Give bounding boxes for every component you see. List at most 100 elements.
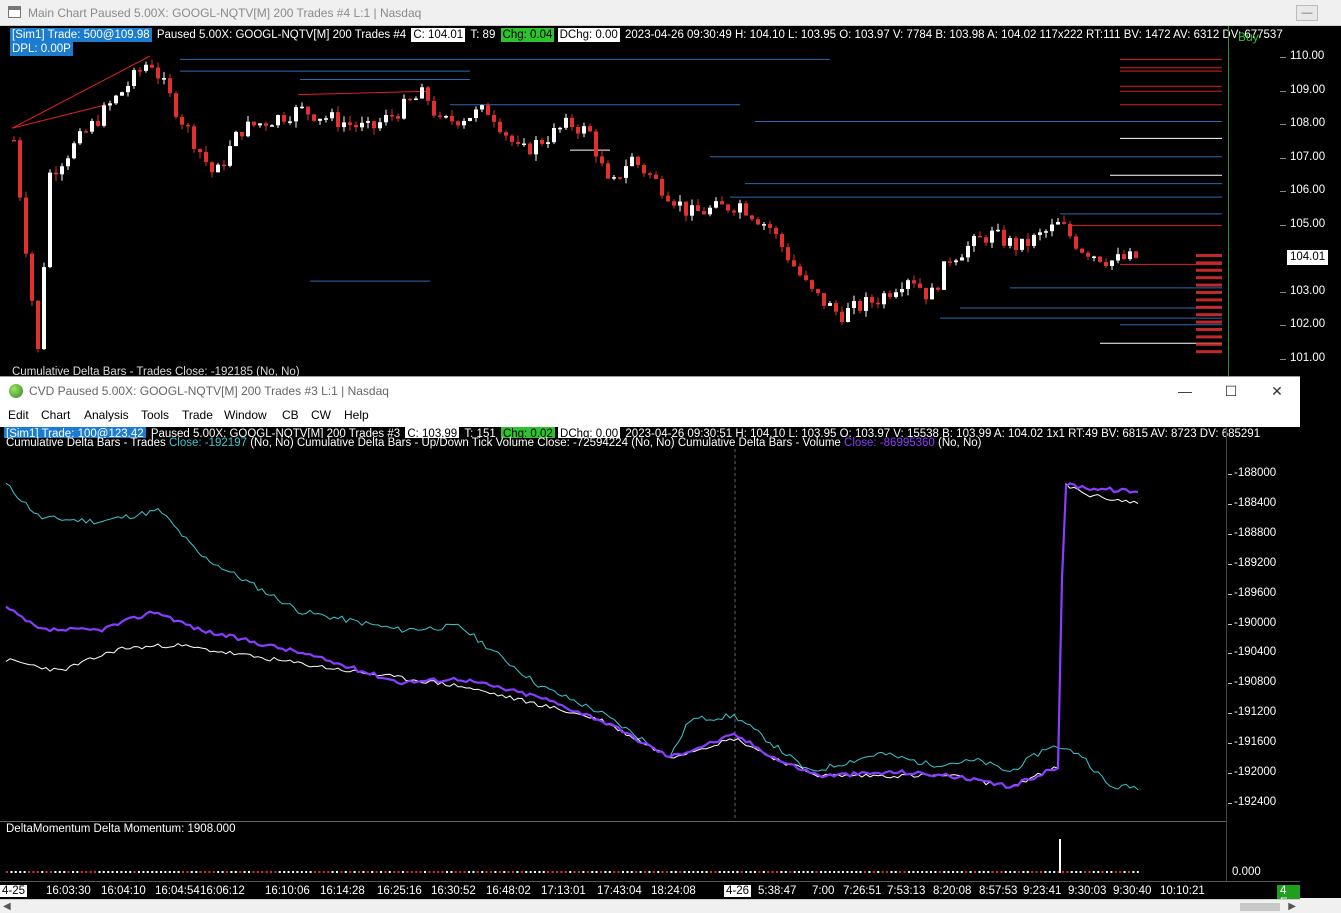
minimize-button[interactable]: — [1170, 381, 1200, 401]
legend-updown-close: Close: -72594224 [537, 437, 628, 449]
menu-edit[interactable]: Edit [8, 408, 29, 422]
trend-line [297, 90, 429, 96]
delta-momentum-mark [283, 871, 286, 873]
close-button[interactable]: ✕ [1262, 381, 1292, 401]
horizontal-scrollbar[interactable]: ◀ ▶ [0, 899, 1300, 913]
candle-body [540, 140, 544, 144]
candle-body [582, 126, 586, 134]
cvd-chart-window[interactable]: CVD Paused 5.00X: GOOGL-NQTV[M] 200 Trad… [0, 376, 1300, 913]
legend-volume-flags: (No, No) [938, 437, 982, 449]
volume-ladder-mark [1196, 350, 1222, 354]
delta-momentum-mark [965, 871, 968, 873]
menu-cw[interactable]: CW [311, 408, 331, 422]
delta-momentum-mark [1048, 871, 1051, 873]
delta-momentum-mark [582, 871, 585, 873]
price-tick-label: 101.00 [1279, 352, 1326, 364]
cvd-tick-label: -191200 [1227, 706, 1277, 719]
candle-body [498, 121, 502, 133]
menu-window[interactable]: Window [224, 408, 267, 422]
delta-momentum-mark [600, 871, 602, 873]
legend-updown-flags: (No, No) [631, 437, 675, 449]
delta-momentum-mark [212, 871, 215, 873]
main-chart-window[interactable]: Main Chart Paused 5.00X: GOOGL-NQTV[M] 2… [0, 0, 1341, 378]
candle-body [48, 172, 52, 268]
delta-momentum-mark [780, 871, 783, 873]
maximize-button[interactable]: ☐ [1216, 381, 1246, 401]
candle-body [786, 247, 790, 261]
candle-body [120, 92, 124, 96]
delta-momentum-mark [538, 871, 541, 873]
delta-momentum-mark [551, 871, 554, 873]
volume-ladder-mark [1196, 320, 1222, 324]
subgraph-divider[interactable] [0, 821, 1226, 822]
delta-momentum-mark [881, 871, 884, 873]
candle-body [978, 235, 982, 238]
candle-body [156, 67, 160, 79]
menu-chart[interactable]: Chart [41, 408, 70, 422]
scrollbar-thumb[interactable] [1240, 903, 1280, 911]
gutter-scrollbar [1300, 898, 1341, 913]
menu-trade[interactable]: Trade [182, 408, 213, 422]
menu-tools[interactable]: Tools [141, 408, 169, 422]
delta-momentum-mark [1136, 871, 1139, 873]
main-price-chart[interactable] [10, 26, 1228, 378]
time-axis[interactable]: 4-25 16:03:30 16:04:10 16:04:54 16:06:12 16:1… [0, 881, 1300, 909]
delta-momentum-mark [1022, 871, 1025, 873]
candle-body [984, 237, 988, 243]
scroll-left-icon[interactable]: ◀ [3, 901, 11, 912]
delta-momentum-mark [828, 871, 831, 873]
delta-momentum-mark [683, 871, 686, 873]
trade-count: T: 89 [470, 29, 496, 41]
delta-momentum-mark [542, 871, 545, 873]
delta-momentum-mark [692, 871, 695, 873]
candle-body [654, 174, 658, 179]
cvd-tick-label: -192000 [1227, 766, 1277, 778]
volume-ladder-mark [1196, 335, 1222, 339]
candle-body [396, 116, 400, 119]
delta-momentum-mark [58, 871, 61, 873]
delta-momentum-mark [758, 871, 761, 873]
delta-momentum-mark [648, 871, 651, 873]
candle-body [90, 121, 94, 132]
delta-momentum-mark [173, 871, 176, 873]
delta-momentum-mark [384, 871, 387, 873]
candle-body [102, 105, 106, 126]
delta-momentum-mark [300, 871, 303, 873]
candle-body [966, 245, 970, 258]
delta-momentum-mark [287, 871, 290, 873]
time-label: 7:00 [812, 885, 835, 897]
cvd-line-chart[interactable] [0, 449, 1226, 821]
delta-momentum-mark [494, 871, 497, 873]
delta-momentum-mark [802, 871, 805, 873]
delta-momentum-mark [613, 871, 616, 873]
delta-momentum-mark [230, 871, 233, 873]
minimize-button[interactable]: — [1296, 5, 1318, 21]
cvd-tick-label: -188400 [1227, 496, 1277, 509]
delta-momentum-mark [833, 871, 836, 873]
main-chart-titlebar[interactable]: Main Chart Paused 5.00X: GOOGL-NQTV[M] 2… [0, 0, 1341, 26]
main-chart-title: Main Chart Paused 5.00X: GOOGL-NQTV[M] 2… [28, 6, 422, 20]
candle-body [1074, 236, 1078, 249]
time-label: 16:04:54 [155, 885, 200, 897]
delta-momentum-mark [437, 871, 440, 873]
candle-body [516, 141, 520, 145]
delta-momentum-mark [1040, 871, 1042, 873]
candle-body [198, 148, 202, 153]
candle-body [666, 195, 670, 202]
scroll-right-icon[interactable]: ▶ [1288, 901, 1296, 912]
menu-help[interactable]: Help [344, 408, 369, 422]
cvd-axis-line [1226, 427, 1227, 887]
price-tick-label: 107.00 [1279, 151, 1326, 163]
delta-momentum-mark [886, 871, 888, 873]
menu-analysis[interactable]: Analysis [84, 408, 129, 422]
candle-body [504, 132, 508, 136]
delta-momentum-mark [182, 871, 184, 873]
cvd-titlebar[interactable]: CVD Paused 5.00X: GOOGL-NQTV[M] 200 Trad… [0, 377, 1300, 405]
delta-momentum-mark [525, 871, 528, 873]
delta-momentum-mark [322, 871, 325, 873]
delta-momentum-spike [1059, 839, 1061, 873]
menu-cb[interactable]: CB [282, 408, 299, 422]
candle-body [1086, 252, 1090, 257]
delta-momentum-zero-tick: 0.000 [1232, 866, 1261, 878]
buy-label[interactable]: Buy [1238, 30, 1259, 44]
